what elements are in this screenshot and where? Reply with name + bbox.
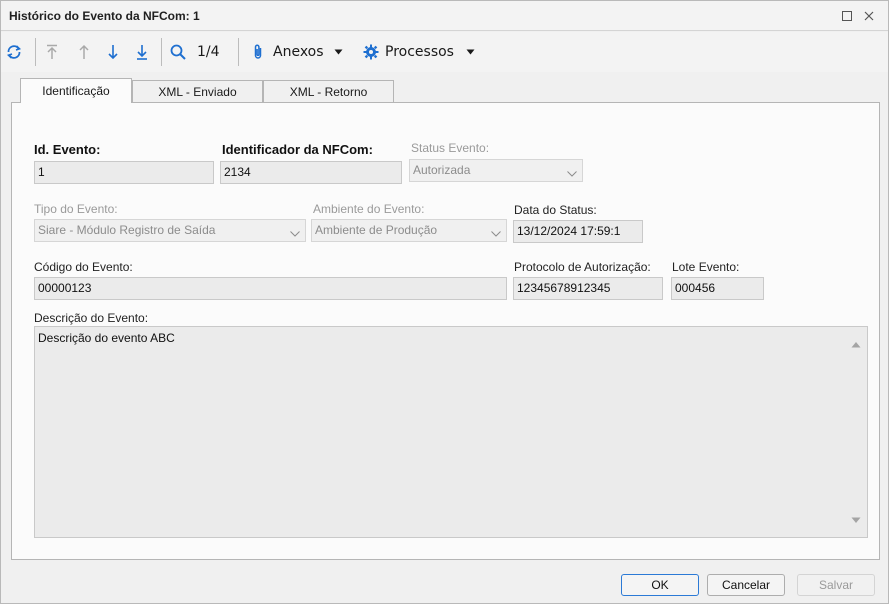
- record-counter: 1/4: [197, 44, 220, 60]
- ambiente-evento-label: Ambiente do Evento:: [313, 202, 425, 216]
- tab-xml-retorno[interactable]: XML - Retorno: [263, 80, 394, 103]
- descricao-evento-value: Descrição do evento ABC: [38, 331, 175, 345]
- ambiente-evento-select[interactable]: Ambiente de Produção: [311, 219, 507, 242]
- descricao-evento-textarea[interactable]: Descrição do evento ABC: [34, 326, 868, 538]
- chevron-down-icon: [290, 226, 300, 240]
- chevron-down-icon: [491, 226, 501, 240]
- maximize-icon[interactable]: [836, 5, 858, 27]
- dropdown-caret-icon: [334, 49, 343, 55]
- tipo-evento-label: Tipo do Evento:: [34, 202, 118, 216]
- anexos-button[interactable]: Anexos: [251, 40, 343, 64]
- status-evento-label: Status Evento:: [411, 141, 490, 155]
- tipo-evento-value: Siare - Módulo Registro de Saída: [38, 223, 216, 237]
- identificador-nfcom-label: Identificador da NFCom:: [222, 142, 373, 157]
- next-record-icon[interactable]: [106, 40, 120, 64]
- codigo-evento-label: Código do Evento:: [34, 260, 133, 274]
- window-title: Histórico do Evento da NFCom: 1: [9, 9, 200, 23]
- data-status-label: Data do Status:: [514, 203, 597, 217]
- id-evento-label: Id. Evento:: [34, 142, 101, 157]
- protocolo-autorizacao-field[interactable]: 12345678912345: [513, 277, 663, 300]
- gear-icon: [363, 44, 379, 60]
- previous-record-icon[interactable]: [77, 40, 91, 64]
- cancel-button[interactable]: Cancelar: [707, 574, 785, 596]
- lote-evento-label: Lote Evento:: [672, 260, 740, 274]
- data-status-field[interactable]: 13/12/2024 17:59:1: [513, 220, 643, 243]
- toolbar: 1/4 Anexos Processos: [1, 32, 888, 72]
- status-evento-value: Autorizada: [413, 163, 471, 177]
- paperclip-icon: [251, 43, 265, 61]
- tipo-evento-select[interactable]: Siare - Módulo Registro de Saída: [34, 219, 306, 242]
- processos-label: Processos: [385, 44, 454, 60]
- scroll-up-icon[interactable]: [851, 337, 861, 351]
- identificador-nfcom-field[interactable]: 2134: [220, 161, 402, 184]
- tab-xml-enviado[interactable]: XML - Enviado: [132, 80, 263, 103]
- toolbar-separator: [161, 38, 162, 66]
- scroll-down-icon[interactable]: [851, 513, 861, 527]
- codigo-evento-field[interactable]: 00000123: [34, 277, 507, 300]
- ok-button[interactable]: OK: [621, 574, 699, 596]
- id-evento-field[interactable]: 1: [34, 161, 214, 184]
- dropdown-caret-icon: [466, 49, 475, 55]
- tab-identificacao[interactable]: Identificação: [20, 78, 132, 103]
- toolbar-separator: [35, 38, 36, 66]
- anexos-label: Anexos: [273, 44, 324, 60]
- first-record-icon[interactable]: [45, 40, 59, 64]
- status-evento-select[interactable]: Autorizada: [409, 159, 583, 182]
- chevron-down-icon: [567, 166, 577, 180]
- processos-button[interactable]: Processos: [363, 40, 475, 64]
- toolbar-separator: [238, 38, 239, 66]
- search-icon[interactable]: [169, 40, 187, 64]
- save-button[interactable]: Salvar: [797, 574, 875, 596]
- dialog-window: Histórico do Evento da NFCom: 1 1/4 Anex…: [0, 0, 889, 604]
- refresh-icon[interactable]: [5, 40, 23, 64]
- last-record-icon[interactable]: [135, 40, 149, 64]
- ambiente-evento-value: Ambiente de Produção: [315, 223, 438, 237]
- descricao-evento-label: Descrição do Evento:: [34, 311, 149, 325]
- protocolo-autorizacao-label: Protocolo de Autorização:: [514, 260, 651, 274]
- close-icon[interactable]: [858, 5, 880, 27]
- title-bar: Histórico do Evento da NFCom: 1: [1, 1, 888, 31]
- lote-evento-field[interactable]: 000456: [671, 277, 764, 300]
